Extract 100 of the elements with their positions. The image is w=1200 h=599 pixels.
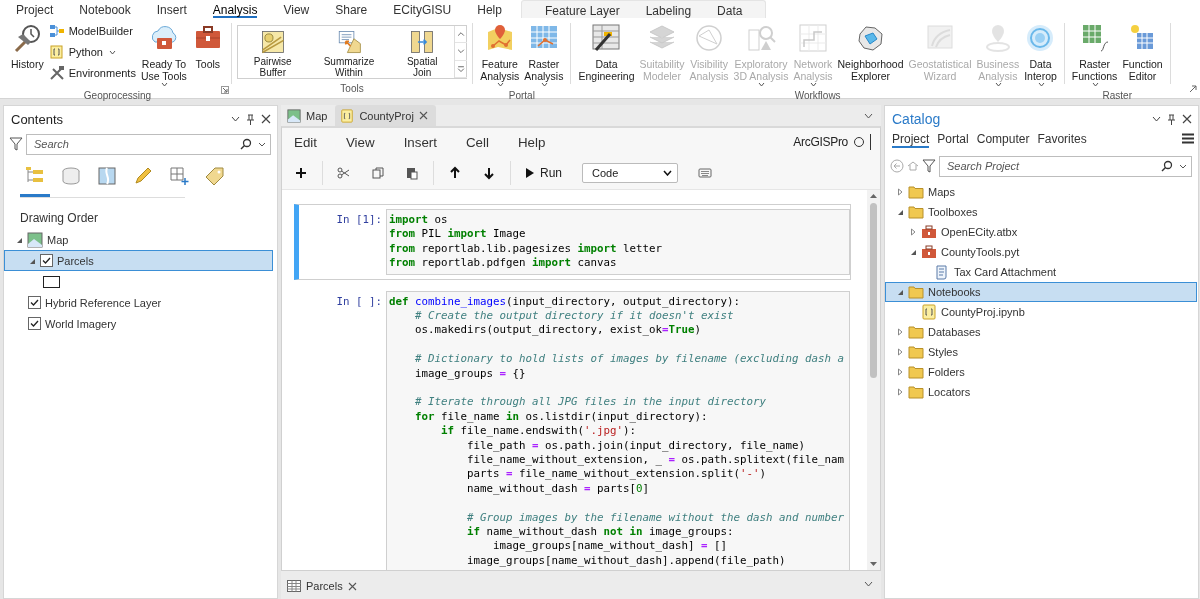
tool-button[interactable]: Environments xyxy=(46,63,138,83)
search-input[interactable]: Search Project xyxy=(945,159,1155,173)
expanded-arrow-icon[interactable] xyxy=(896,208,904,216)
caret-icon[interactable] xyxy=(231,116,240,122)
tree-item[interactable]: Folders xyxy=(885,362,1197,382)
tree-item[interactable]: Databases xyxy=(885,322,1197,342)
collapsed-arrow-icon[interactable] xyxy=(909,228,917,236)
cell-type-dropdown[interactable]: Code xyxy=(582,162,678,183)
search-bar[interactable]: Search Project xyxy=(939,155,1192,177)
caret-icon[interactable] xyxy=(864,112,873,119)
tool-button[interactable]: ModelBuilder xyxy=(46,21,138,41)
menu-icon[interactable] xyxy=(1182,133,1194,144)
filter-icon[interactable] xyxy=(922,159,936,173)
code-input[interactable]: def combine_images(input_directory, output_directory): # Create the output directory if it doesn't exist os.makedirs(output_directory, exist_ok=True) # Dictionary to hold lists of images by filename (excluding dash a image_groups = {} # Iterate through all JPG files in the input directory for file_name in os.listdir(input_directory): if file_name.endswith('.jpg'): file_path = os.path.join(input_directory, file_name) file_name_without_extension, _ = os.path.splitext(file_nam parts = file_name_without_extension.split('-') name_without_dash = parts[0] # Group images by the filename without the dash and number if name_without_dash not in image_groups: image_groups[name_without_dash] = [] image_groups[name_without_dash].append(file_path) xyxy=(386,290,850,570)
tree-item[interactable]: Tax Card Attachment xyxy=(885,262,1197,282)
menu-tab[interactable]: Labeling xyxy=(645,1,692,19)
document-tab[interactable]: Parcels xyxy=(285,575,363,597)
tool-button[interactable]: Feature Analysis xyxy=(478,20,522,89)
catalog-tab[interactable]: Computer xyxy=(976,132,1030,148)
paste-icon[interactable] xyxy=(405,165,419,180)
menu-item[interactable]: Cell xyxy=(465,134,489,150)
menu-tab[interactable]: Project xyxy=(16,0,54,18)
corner-arrow-icon[interactable] xyxy=(1189,85,1197,93)
tool-button[interactable]: Ready To Use Tools xyxy=(138,20,189,89)
launcher-icon[interactable] xyxy=(220,86,229,94)
caret-icon[interactable] xyxy=(864,581,873,587)
document-tab[interactable]: Map xyxy=(285,105,334,126)
scroll-up-icon[interactable] xyxy=(869,193,878,199)
close-icon[interactable] xyxy=(347,581,357,591)
notebook-cell[interactable]: In [1]: import os from PIL import Image from reportlab.lib.pagesizes import letter from reportlab.pdfgen import canvas xyxy=(294,204,851,280)
code-input[interactable]: import os from PIL import Image from reportlab.lib.pagesizes import letter from reportlab.pdfgen import canvas xyxy=(386,209,850,275)
close-icon[interactable] xyxy=(261,114,271,124)
catalog-tab[interactable]: Portal xyxy=(937,132,969,148)
tree-item[interactable]: Maps xyxy=(885,182,1197,202)
menu-tab[interactable]: Insert xyxy=(156,0,187,18)
tree-item[interactable]: Map xyxy=(4,229,273,250)
tool-button[interactable]: Data Interop xyxy=(1022,20,1059,89)
scissors-icon[interactable] xyxy=(337,165,351,180)
tree-item[interactable]: Toolboxes xyxy=(885,202,1197,222)
tree-item[interactable]: CountyTools.pyt xyxy=(885,242,1197,262)
tool-button[interactable]: History xyxy=(9,20,46,73)
expanded-arrow-icon[interactable] xyxy=(909,248,917,256)
scrollbar[interactable] xyxy=(867,190,880,570)
collapsed-arrow-icon[interactable] xyxy=(896,348,904,356)
copy-icon[interactable] xyxy=(371,165,385,180)
tree-item[interactable]: Notebooks xyxy=(885,282,1197,302)
tool-button[interactable]: Spatial Join xyxy=(390,26,455,78)
caret-icon[interactable] xyxy=(1152,116,1161,122)
menu-tab[interactable]: Data xyxy=(717,1,743,19)
tree-item[interactable]: Styles xyxy=(885,342,1197,362)
menu-tab[interactable]: Share xyxy=(335,0,368,18)
collapsed-arrow-icon[interactable] xyxy=(896,388,904,396)
search-bar[interactable]: Search xyxy=(26,133,271,155)
tool-button[interactable]: Raster Functions xyxy=(1069,20,1120,89)
menu-tab[interactable]: Feature Layer xyxy=(544,1,620,19)
close-icon[interactable] xyxy=(418,111,428,120)
keyboard-icon[interactable] xyxy=(698,165,712,180)
search-input[interactable]: Search xyxy=(32,137,234,151)
tool-button[interactable]: Neighborhood Explorer xyxy=(835,20,906,84)
menu-tab[interactable]: View xyxy=(283,0,310,18)
menu-tab[interactable]: Notebook xyxy=(79,0,131,18)
filter-icon[interactable] xyxy=(9,137,23,151)
pin-icon[interactable] xyxy=(246,113,255,125)
tool-button[interactable]: Function Editor xyxy=(1120,20,1165,84)
menu-item[interactable]: View xyxy=(345,134,375,150)
menu-tab[interactable]: Help xyxy=(477,0,502,18)
tool-button[interactable]: Raster Analysis xyxy=(522,20,566,89)
list-tree-icon[interactable] xyxy=(20,164,50,197)
expanded-arrow-icon[interactable] xyxy=(896,288,904,296)
close-icon[interactable] xyxy=(1182,114,1192,124)
menu-tab[interactable]: Analysis xyxy=(212,0,258,18)
tree-item[interactable]: Parcels xyxy=(4,250,273,271)
up-arrow-icon[interactable] xyxy=(448,165,462,180)
tool-button[interactable]: Summarize Within xyxy=(307,26,391,78)
checkbox[interactable] xyxy=(28,317,41,330)
catalog-tab[interactable]: Favorites xyxy=(1037,132,1087,148)
tool-button[interactable]: Python xyxy=(46,42,138,62)
tree-item[interactable]: OpenECity.atbx xyxy=(885,222,1197,242)
menu-item[interactable]: Help xyxy=(517,134,546,150)
tree-item[interactable]: World Imagery xyxy=(4,313,273,334)
collapsed-arrow-icon[interactable] xyxy=(896,188,904,196)
plus-icon[interactable] xyxy=(294,165,308,180)
run-button[interactable]: Run xyxy=(525,165,562,180)
collapsed-arrow-icon[interactable] xyxy=(896,328,904,336)
tool-button[interactable]: Data Engineering xyxy=(576,20,637,84)
tree-item[interactable]: Locators xyxy=(885,382,1197,402)
catalog-tab[interactable]: Project xyxy=(892,132,930,148)
menu-item[interactable]: Edit xyxy=(294,134,317,150)
down-arrow-icon[interactable] xyxy=(482,165,496,180)
menu-tab[interactable]: ECityGISU xyxy=(393,0,452,18)
tool-button[interactable]: Pairwise Buffer xyxy=(237,26,308,78)
tree-item[interactable]: Hybrid Reference Layer xyxy=(4,292,273,313)
tree-item[interactable]: CountyProj.ipynb xyxy=(885,302,1197,322)
tool-button[interactable]: Tools xyxy=(189,20,226,73)
checkbox[interactable] xyxy=(28,296,41,309)
collapsed-arrow-icon[interactable] xyxy=(896,368,904,376)
menu-item[interactable]: Insert xyxy=(403,134,437,150)
document-tab[interactable]: CountyProj xyxy=(335,105,436,126)
checkbox[interactable] xyxy=(40,254,53,267)
pin-icon[interactable] xyxy=(1167,113,1176,125)
